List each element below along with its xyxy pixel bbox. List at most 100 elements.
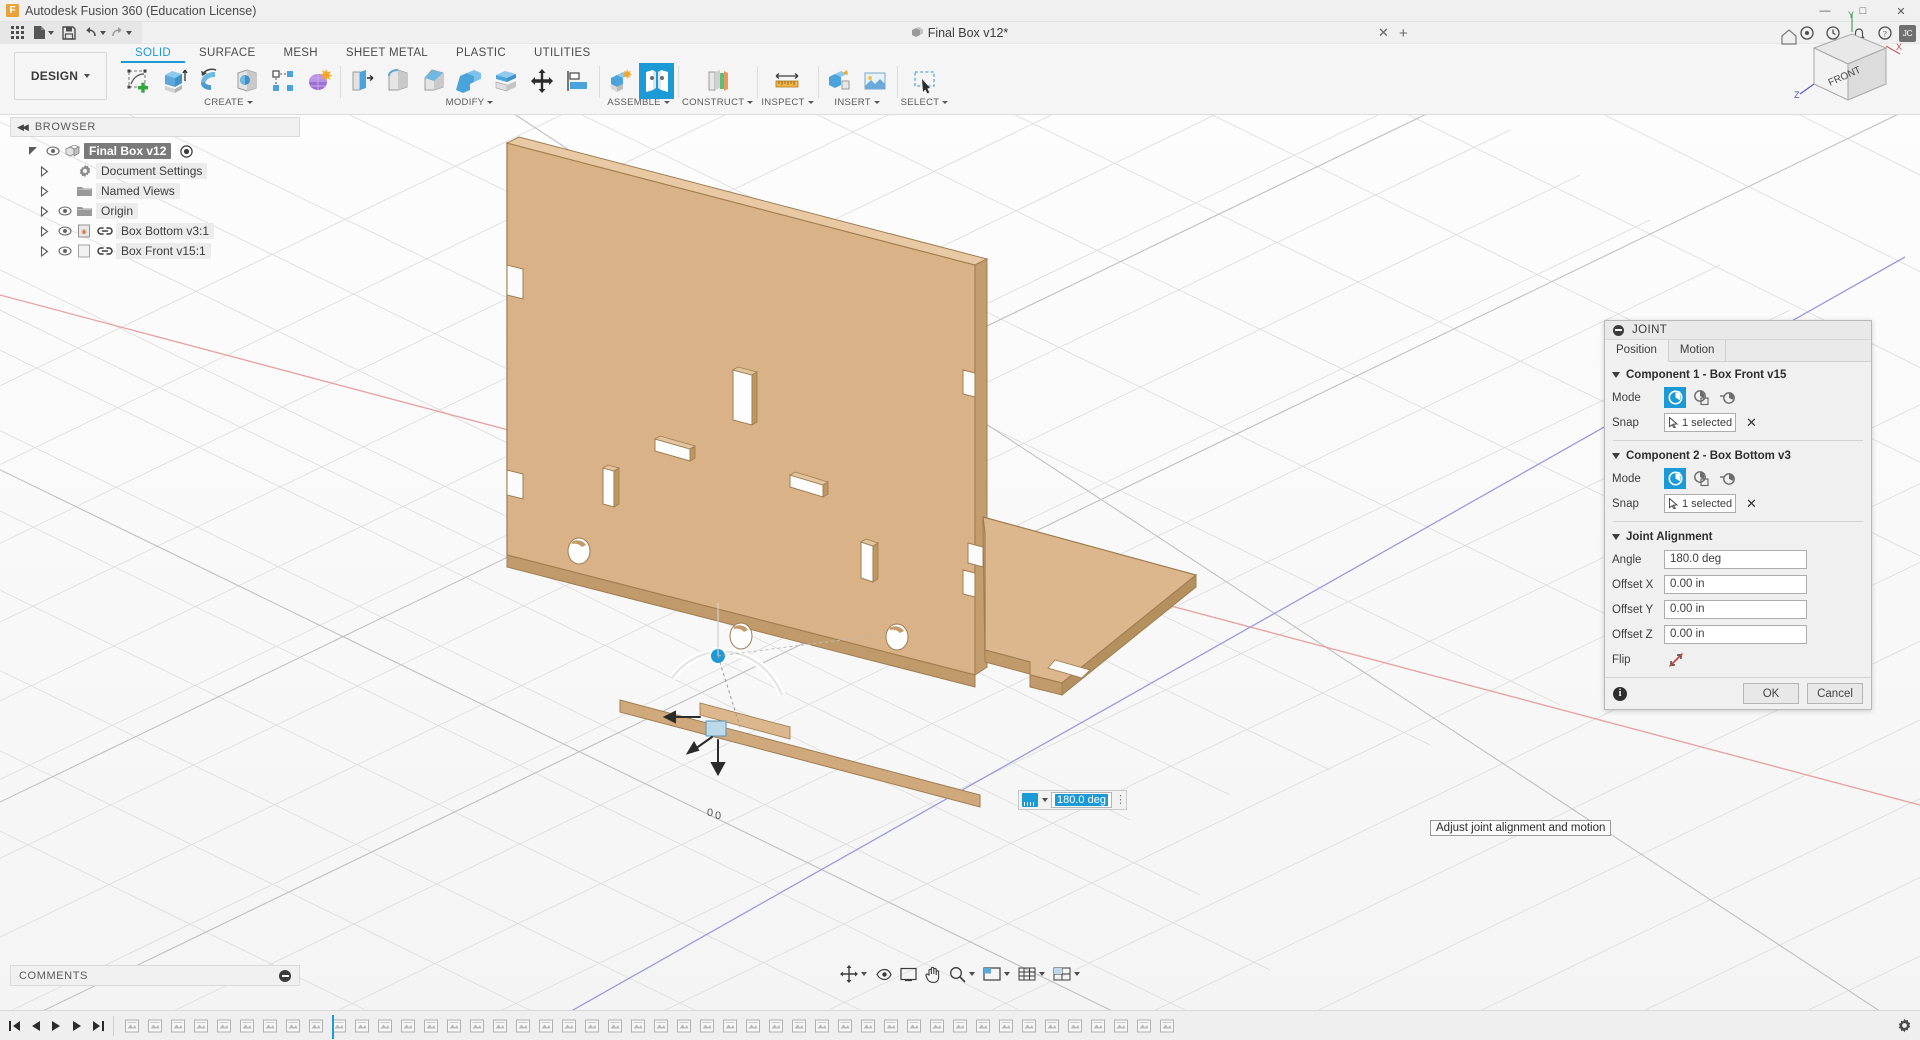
timeline-feature[interactable] <box>1156 1015 1178 1037</box>
visibility-eye-icon[interactable] <box>45 146 61 156</box>
timeline-feature[interactable] <box>903 1015 925 1037</box>
move-copy-button[interactable] <box>524 63 559 99</box>
create-sketch-button[interactable] <box>121 63 156 99</box>
component2-snap-selection[interactable]: 1 selected <box>1664 494 1736 513</box>
construct-chevron-down-icon[interactable] <box>747 101 754 104</box>
mode-pivot-button[interactable] <box>1716 387 1738 408</box>
tab-motion[interactable]: Motion <box>1669 340 1727 361</box>
grid-snap-button[interactable] <box>1050 961 1083 987</box>
sweep-button[interactable] <box>229 63 264 99</box>
fit-chevron-down-icon[interactable] <box>1004 972 1010 976</box>
timeline-feature[interactable] <box>742 1015 764 1037</box>
display-style-chevron-down-icon[interactable] <box>1039 972 1045 976</box>
undo-chevron-down-icon[interactable] <box>100 30 106 35</box>
display-style-button[interactable] <box>1015 961 1048 987</box>
extrude-button[interactable] <box>157 63 192 99</box>
rectangular-pattern-button[interactable] <box>265 63 300 99</box>
timeline-feature[interactable] <box>1018 1015 1040 1037</box>
timeline-step-forward-button[interactable] <box>67 1013 87 1039</box>
select-window-button[interactable] <box>907 63 942 99</box>
save-icon[interactable] <box>56 22 82 43</box>
grid-chevron-down-icon[interactable] <box>1074 972 1080 976</box>
timeline-feature[interactable] <box>443 1015 465 1037</box>
offset-z-input[interactable]: 0.00 in <box>1664 625 1807 644</box>
timeline-feature[interactable] <box>305 1015 327 1037</box>
timeline-feature[interactable] <box>535 1015 557 1037</box>
timeline-feature[interactable] <box>282 1015 304 1037</box>
timeline-feature[interactable] <box>466 1015 488 1037</box>
twist-right-icon[interactable] <box>40 225 54 237</box>
flip-icon[interactable] <box>1668 652 1684 668</box>
offset-x-input[interactable]: 0.00 in <box>1664 575 1807 594</box>
pan-hand-button[interactable] <box>922 961 944 987</box>
visibility-eye-icon[interactable] <box>57 246 73 256</box>
timeline-begin-button[interactable] <box>4 1013 24 1039</box>
tab-mesh[interactable]: MESH <box>269 46 331 63</box>
joint-button[interactable] <box>639 63 674 99</box>
document-close-button[interactable]: ✕ <box>1378 25 1389 41</box>
timeline-feature[interactable] <box>558 1015 580 1037</box>
timeline-feature[interactable] <box>1110 1015 1132 1037</box>
offset-y-input[interactable]: 0.00 in <box>1664 600 1807 619</box>
joint-alignment-section-header[interactable]: Joint Alignment <box>1605 524 1871 547</box>
chevron-down-icon[interactable] <box>1612 372 1620 378</box>
modify-chevron-down-icon[interactable] <box>487 101 494 104</box>
timeline-feature[interactable] <box>880 1015 902 1037</box>
align-button[interactable] <box>560 63 595 99</box>
measure-unit-icon[interactable] <box>1022 793 1038 807</box>
combine-button[interactable] <box>452 63 487 99</box>
gear-icon[interactable] <box>1894 1013 1914 1039</box>
tree-item-box-front[interactable]: Box Front v15:1 <box>10 241 300 261</box>
timeline-feature[interactable] <box>834 1015 856 1037</box>
inspect-chevron-down-icon[interactable] <box>807 101 814 104</box>
comments-collapse-icon[interactable] <box>279 969 291 982</box>
timeline-feature[interactable] <box>788 1015 810 1037</box>
tab-utilities[interactable]: UTILITIES <box>520 46 604 63</box>
mode-pivot-button[interactable] <box>1716 468 1738 489</box>
orbit-button[interactable] <box>837 961 870 987</box>
tab-sheet-metal[interactable]: SHEET METAL <box>332 46 442 63</box>
timeline-feature[interactable] <box>489 1015 511 1037</box>
timeline-feature[interactable] <box>719 1015 741 1037</box>
fillet-button[interactable] <box>380 63 415 99</box>
component1-clear-selection-button[interactable]: ✕ <box>1746 415 1757 431</box>
create-form-button[interactable] <box>301 63 336 99</box>
assemble-chevron-down-icon[interactable] <box>663 101 670 104</box>
chamfer-button[interactable] <box>416 63 451 99</box>
timeline-feature[interactable] <box>213 1015 235 1037</box>
timeline-feature[interactable] <box>351 1015 373 1037</box>
cancel-button[interactable]: Cancel <box>1807 683 1863 704</box>
insert-chevron-down-icon[interactable] <box>873 101 880 104</box>
timeline-feature[interactable] <box>374 1015 396 1037</box>
fit-button[interactable] <box>980 961 1013 987</box>
twist-right-icon[interactable] <box>40 165 54 177</box>
new-tab-button[interactable]: + <box>1393 25 1414 42</box>
workspace-chevron-down-icon[interactable] <box>84 74 91 78</box>
timeline-feature[interactable] <box>581 1015 603 1037</box>
chevron-down-icon[interactable] <box>1612 453 1620 459</box>
timeline-playhead[interactable] <box>332 1014 334 1039</box>
view-cube[interactable]: FRONT X Y Z <box>1774 10 1902 105</box>
collapse-left-icon[interactable]: ◀◀ <box>17 122 29 133</box>
timeline-feature[interactable] <box>765 1015 787 1037</box>
ok-button[interactable]: OK <box>1743 683 1799 704</box>
twist-right-icon[interactable] <box>40 185 54 197</box>
orbit-chevron-down-icon[interactable] <box>861 972 867 976</box>
document-tab[interactable]: Final Box v12* <box>911 26 1008 40</box>
tab-surface[interactable]: SURFACE <box>185 46 269 63</box>
comments-panel[interactable]: COMMENTS <box>10 965 300 986</box>
timeline-feature[interactable] <box>397 1015 419 1037</box>
joint-dialog-header[interactable]: JOINT <box>1605 321 1871 340</box>
tree-item-box-bottom[interactable]: Box Bottom v3:1 <box>10 221 300 241</box>
tree-item-named-views[interactable]: Named Views <box>10 181 300 201</box>
unit-chevron-down-icon[interactable] <box>1042 798 1048 802</box>
timeline-feature[interactable] <box>627 1015 649 1037</box>
select-chevron-down-icon[interactable] <box>942 101 949 104</box>
visibility-eye-icon[interactable] <box>57 226 73 236</box>
zoom-button[interactable] <box>946 961 978 987</box>
timeline-feature[interactable] <box>995 1015 1017 1037</box>
twist-down-icon[interactable] <box>28 146 42 156</box>
visibility-eye-icon[interactable] <box>57 206 73 216</box>
timeline-feature[interactable] <box>696 1015 718 1037</box>
timeline-feature[interactable] <box>420 1015 442 1037</box>
